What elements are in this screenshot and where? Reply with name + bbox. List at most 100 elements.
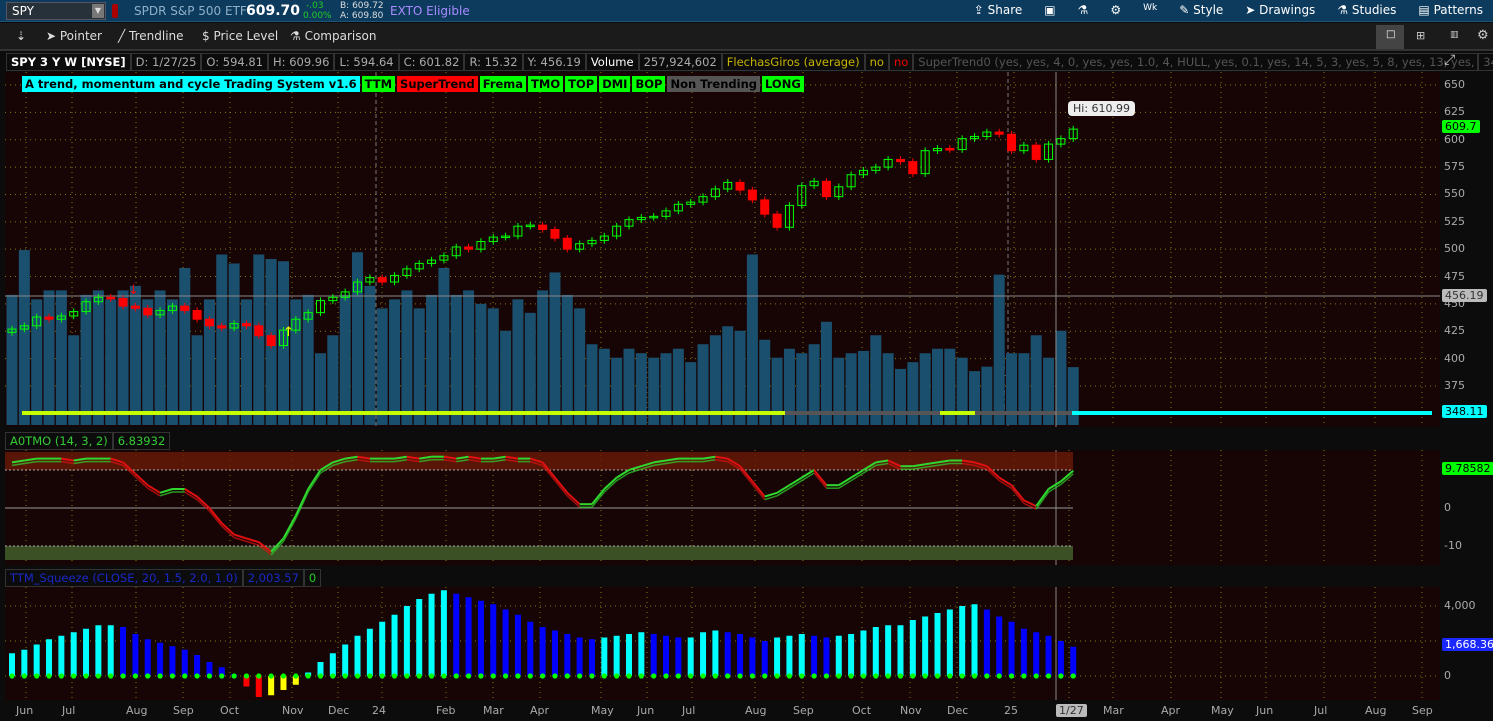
chart-settings-icon[interactable]: ⚙: [1477, 28, 1489, 43]
time-tick-label: Sep: [793, 704, 814, 717]
ttm-histogram-bar: [774, 637, 781, 676]
candle-body: [217, 325, 227, 329]
ttm-squeeze-dot: [675, 673, 681, 679]
volume-bar: [240, 299, 252, 425]
ttm-histogram-bar: [514, 614, 521, 676]
ttm-squeeze-dot: [922, 673, 928, 679]
ttm-histogram-bar: [798, 634, 805, 676]
price-tick-label: 500: [1444, 242, 1465, 256]
ttm-histogram-bar: [1057, 641, 1064, 676]
legend-item: DMI: [599, 76, 631, 92]
ttm-squeeze-dot: [725, 673, 731, 679]
time-tick-label: Mar: [1103, 704, 1124, 717]
ttm-histogram-bar: [712, 630, 719, 676]
ttm-squeeze-dot: [243, 673, 250, 679]
time-tick-label: Sep: [1412, 704, 1433, 717]
ttm-squeeze-dot: [194, 673, 200, 679]
ttm-histogram-bar: [576, 637, 583, 676]
ttm-squeeze-dot: [540, 673, 546, 679]
ttm-histogram-bar: [1020, 628, 1027, 676]
ttm-squeeze-dot: [206, 673, 213, 679]
candle-body: [266, 335, 276, 346]
time-tick-label: Jul: [1314, 704, 1328, 717]
candle-body: [377, 277, 387, 283]
ttm-squeeze-dot: [910, 673, 916, 679]
price-tick-label: 400: [1444, 351, 1465, 365]
ttm-squeeze-dot: [354, 673, 361, 679]
ttm-squeeze-dot: [157, 673, 163, 679]
ttm-histogram-bar: [959, 606, 966, 676]
ttm-histogram-bar: [897, 625, 904, 676]
tmo-readout: 6.83932: [112, 432, 171, 450]
supertrend-tag: 348.11: [1442, 405, 1487, 418]
volume-bar: [253, 254, 265, 425]
price-tick-label: 375: [1444, 378, 1465, 392]
ttm-histogram-bar: [120, 627, 127, 676]
ttm-histogram-bar: [95, 625, 102, 676]
volume-bar: [894, 368, 906, 425]
time-tick-label: Oct: [220, 704, 240, 717]
legend-item: A trend, momentum and cycle Trading Syst…: [22, 76, 360, 92]
ttm-histogram-bar: [527, 621, 534, 676]
ttm-squeeze-dot: [58, 673, 64, 679]
ttm-histogram-bar: [33, 644, 40, 676]
volume-bar: [463, 290, 475, 425]
price-tick-label: 425: [1444, 324, 1465, 338]
ttm-histogram-bar: [181, 649, 188, 676]
ttm-squeeze-dot: [836, 673, 842, 679]
volume-bar: [376, 308, 388, 425]
volume-bar: [179, 267, 191, 425]
ttm-squeeze-dot: [947, 673, 953, 679]
ttm-squeeze-dot: [182, 673, 188, 679]
volume-bar: [722, 326, 734, 425]
layout-icon[interactable]: ▥: [1450, 30, 1459, 40]
ttm-title[interactable]: TTM_Squeeze (CLOSE, 20, 1.5, 2.0, 1.0): [5, 569, 243, 587]
ttm-histogram-bar: [650, 634, 657, 676]
price-chart[interactable]: 2023 year2024 year↓↑: [0, 0, 1440, 721]
ttm-squeeze-dot: [9, 673, 15, 679]
tmo-title[interactable]: A0TMO (14, 3, 2): [5, 432, 113, 450]
ttm-histogram-bar: [909, 620, 916, 676]
ttm-tick-label: 0: [1444, 669, 1451, 682]
candle-body: [1031, 144, 1041, 160]
volume-bar: [969, 371, 981, 425]
ttm-squeeze-dot: [317, 673, 324, 679]
ttm-histogram-bar: [502, 609, 509, 676]
tmo-tick-label: 0: [1444, 501, 1451, 514]
ttm-squeeze-dot: [885, 673, 891, 679]
volume-bar: [92, 290, 104, 425]
ttm-histogram-bar: [379, 621, 386, 676]
volume-bar: [1055, 330, 1067, 425]
volume-bar: [820, 321, 832, 425]
ttm-squeeze-dot: [71, 673, 77, 679]
candle-body: [538, 224, 548, 230]
ttm-squeeze-dot: [614, 673, 620, 679]
ttm-histogram-bar: [70, 632, 77, 676]
volume-bar: [1067, 367, 1079, 425]
ttm-squeeze-dot: [663, 673, 669, 679]
volume-bar: [500, 330, 512, 425]
ttm-squeeze-dot: [762, 673, 768, 679]
ttm-histogram-bar: [403, 606, 410, 676]
time-tick-label: Sep: [173, 704, 194, 717]
ttm-histogram-bar: [835, 635, 842, 676]
ttm-squeeze-dot: [996, 673, 1002, 679]
ttm-histogram-bar: [638, 632, 645, 676]
ttm-histogram-bar: [428, 593, 435, 676]
candle-body: [44, 316, 54, 320]
time-axis[interactable]: Jun Jul Aug Sep Oct Nov Dec 24 Feb Mar Apr May Jun Ju…: [0, 700, 1493, 721]
tmo-oversold-zone: [5, 546, 1073, 560]
study-legend: A trend, momentum and cycle Trading Syst…: [22, 76, 804, 92]
ttm-squeeze-dot: [441, 673, 447, 679]
ttm-squeeze-dot: [749, 673, 756, 679]
time-tick-label: May: [1211, 704, 1234, 717]
auto-scale-icon[interactable]: ⤢: [1444, 52, 1455, 68]
volume-bar: [438, 267, 450, 425]
time-tick-label: Dec: [328, 704, 350, 717]
ttm-squeeze-dot: [651, 673, 657, 679]
patterns-label: Patterns: [1433, 3, 1483, 17]
time-tick-label: Oct: [852, 704, 872, 717]
ttm-histogram-bar: [724, 632, 731, 676]
ttm-histogram-bar: [786, 635, 793, 676]
volume-bar: [142, 299, 154, 425]
